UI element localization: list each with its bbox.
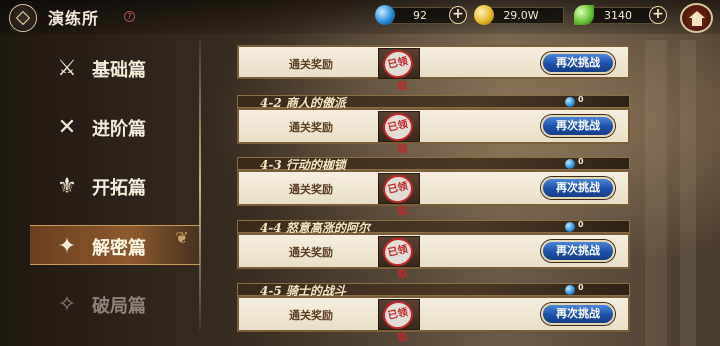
claimed-stamp: 已领取 bbox=[380, 110, 416, 156]
background-pillar bbox=[680, 40, 696, 346]
blue-gem-icon bbox=[565, 159, 575, 169]
sidebar-item-label: 破局篇 bbox=[92, 296, 146, 317]
gem-count: 0 bbox=[578, 157, 584, 166]
retry-button[interactable]: 再次挑战 bbox=[541, 52, 615, 74]
broken-sword-icon: ✧ bbox=[57, 291, 77, 317]
triple-sword-icon: ⚜ bbox=[57, 173, 77, 199]
blue-gem-icon bbox=[565, 97, 575, 107]
sidebar-item-breakthrough[interactable]: ✧ 破局篇 bbox=[30, 284, 200, 324]
blue-gem-icon bbox=[565, 222, 575, 232]
crossed-swords-icon: ✕ bbox=[57, 114, 77, 140]
gem-count: 0 bbox=[578, 220, 584, 229]
stage-card-header: 4-4 怒意高涨的阿尔 0 bbox=[237, 220, 630, 235]
reward-label: 通关奖励 bbox=[289, 183, 333, 196]
reward-chest-icon: 已领取 bbox=[378, 47, 420, 93]
blue-gem-icon bbox=[375, 5, 395, 25]
background-pillar bbox=[645, 40, 667, 346]
reward-chest-icon: 已领取 bbox=[378, 235, 420, 281]
reward-chest-icon: 已领取 bbox=[378, 110, 420, 156]
stage-card: 通关奖励 已领取 再次挑战 bbox=[237, 45, 630, 97]
gold-coin-icon bbox=[474, 5, 494, 25]
retry-button[interactable]: 再次挑战 bbox=[541, 303, 615, 325]
stage-card: 4-2 商人的傲派 0 通关奖励 已领取 再次挑战 bbox=[237, 95, 630, 156]
sidebar-item-label: 基础篇 bbox=[92, 60, 146, 81]
sidebar-item-label: 进阶篇 bbox=[92, 119, 146, 140]
stage-card-body: 通关奖励 已领取 再次挑战 bbox=[237, 108, 630, 156]
sidebar: ⚔ 基础篇 ✕ 进阶篇 ⚜ 开拓篇 ✦ 解密篇 ✧ 破局篇 bbox=[0, 34, 230, 346]
stage-card-header: 4-5 骑士的战斗 0 bbox=[237, 283, 630, 298]
stage-card-header: 4-3 行动的枷锁 0 bbox=[237, 157, 630, 172]
sidebar-item-label: 开拓篇 bbox=[92, 178, 146, 199]
back-diamond-icon bbox=[15, 10, 31, 26]
sword-emblem-icon: ⚔ bbox=[57, 55, 77, 81]
sidebar-item-pioneer[interactable]: ⚜ 开拓篇 bbox=[30, 166, 200, 206]
stage-card-body: 通关奖励 已领取 再次挑战 bbox=[237, 170, 630, 218]
stage-card-body: 通关奖励 已领取 再次挑战 bbox=[237, 45, 630, 93]
blue-gem-icon bbox=[565, 285, 575, 295]
claimed-stamp: 已领取 bbox=[380, 47, 416, 93]
stage-card: 4-3 行动的枷锁 0 通关奖励 已领取 再次挑战 bbox=[237, 157, 630, 218]
stage-card-body: 通关奖励 已领取 再次挑战 bbox=[237, 233, 630, 281]
reward-label: 通关奖励 bbox=[289, 309, 333, 322]
sidebar-divider bbox=[199, 40, 201, 330]
leaf-value: 3140 bbox=[604, 9, 632, 22]
key-emblem-icon: ✦ bbox=[57, 233, 77, 259]
stage-card-header: 4-2 商人的傲派 0 bbox=[237, 95, 630, 110]
gem-count: 0 bbox=[578, 95, 584, 104]
gem-value: 92 bbox=[413, 9, 427, 22]
top-bar: 演练所 ? 92 + 29.0W 3140 + bbox=[0, 0, 720, 34]
reward-label: 通关奖励 bbox=[289, 246, 333, 259]
home-icon bbox=[689, 11, 705, 18]
page-title: 演练所 bbox=[48, 9, 100, 28]
stage-card: 4-4 怒意高涨的阿尔 0 通关奖励 已领取 再次挑战 bbox=[237, 220, 630, 281]
stage-card: 4-5 骑士的战斗 0 通关奖励 已领取 再次挑战 bbox=[237, 283, 630, 344]
sidebar-item-advanced[interactable]: ✕ 进阶篇 bbox=[30, 107, 200, 147]
reward-chest-icon: 已领取 bbox=[378, 172, 420, 218]
claimed-stamp: 已领取 bbox=[380, 172, 416, 218]
add-gem-button[interactable]: + bbox=[449, 6, 467, 24]
gold-value: 29.0W bbox=[503, 9, 539, 22]
sidebar-item-label: 解密篇 bbox=[92, 238, 146, 259]
claimed-stamp: 已领取 bbox=[380, 235, 416, 281]
reward-label: 通关奖励 bbox=[289, 121, 333, 134]
green-leaf-icon bbox=[574, 5, 594, 25]
home-icon-base bbox=[692, 18, 702, 26]
retry-button[interactable]: 再次挑战 bbox=[541, 240, 615, 262]
add-leaf-button[interactable]: + bbox=[649, 6, 667, 24]
sidebar-item-basic[interactable]: ⚔ 基础篇 bbox=[30, 48, 200, 88]
retry-button[interactable]: 再次挑战 bbox=[541, 177, 615, 199]
gem-count: 0 bbox=[578, 283, 584, 292]
retry-button[interactable]: 再次挑战 bbox=[541, 115, 615, 137]
home-button[interactable] bbox=[680, 3, 713, 33]
stage-card-body: 通关奖励 已领取 再次挑战 bbox=[237, 296, 630, 344]
claimed-stamp: 已领取 bbox=[380, 298, 416, 344]
reward-chest-icon: 已领取 bbox=[378, 298, 420, 344]
reward-label: 通关奖励 bbox=[289, 58, 333, 71]
back-button[interactable] bbox=[9, 4, 37, 32]
active-flourish-icon: ❦ bbox=[175, 228, 189, 247]
question-icon[interactable]: ? bbox=[124, 11, 135, 22]
